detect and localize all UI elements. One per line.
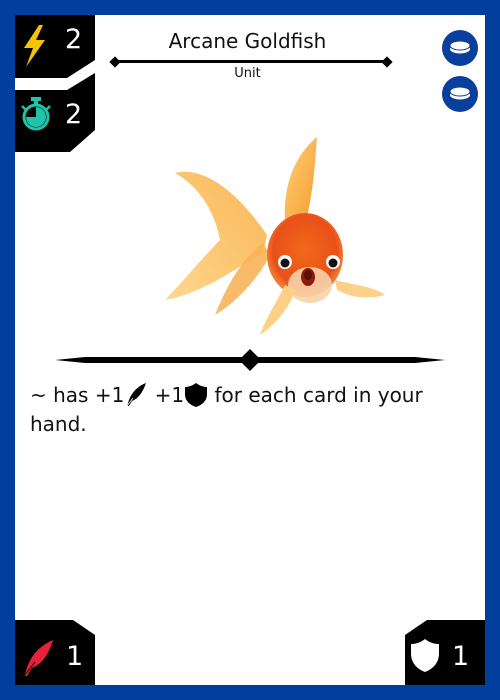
- rules-text-prefix: ~ has +1: [30, 383, 125, 407]
- speed-value: 2: [65, 99, 83, 130]
- card-art-goldfish: [165, 137, 385, 335]
- coin-token-icon: [449, 86, 471, 100]
- card-type-line: Unit: [234, 66, 261, 81]
- card[interactable]: 2 2 Arcane Goldfish Unit ~ has +1 +1 for…: [15, 15, 485, 685]
- coin-token-icon: [449, 40, 471, 54]
- attack-value: 1: [66, 641, 84, 672]
- card-name: Arcane Goldfish: [168, 29, 327, 53]
- cost-panel-shape: [15, 15, 95, 152]
- text-box-divider: [55, 349, 445, 371]
- coin-token: [442, 76, 478, 112]
- rules-text-mid: +1: [148, 383, 185, 407]
- defense-panel: 1: [405, 620, 485, 685]
- defense-panel-shape: [405, 620, 485, 685]
- coin-token: [442, 30, 478, 66]
- attack-panel: 1: [15, 620, 95, 685]
- feather-quill-icon: [126, 383, 147, 407]
- rules-text: ~ has +1 +1 for each card in your hand.: [30, 381, 460, 439]
- cost-panel: 2 2: [15, 15, 95, 153]
- shield-icon: [185, 383, 208, 407]
- defense-value: 1: [452, 641, 470, 672]
- title-divider: [115, 60, 387, 63]
- energy-cost-value: 2: [65, 24, 83, 55]
